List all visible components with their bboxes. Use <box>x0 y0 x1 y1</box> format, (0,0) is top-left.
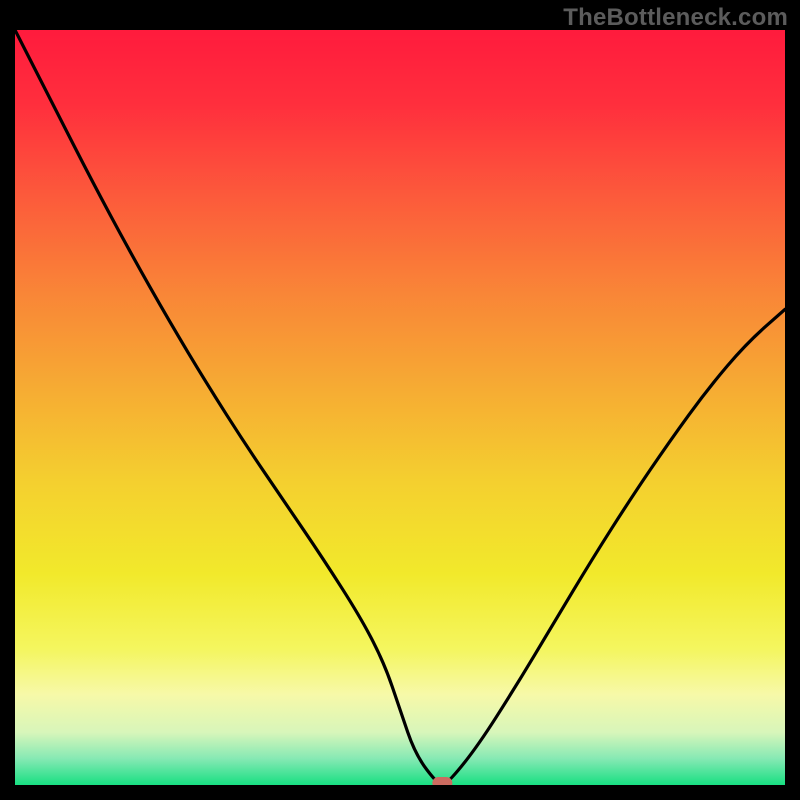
optimal-point-marker <box>432 777 452 785</box>
gradient-background <box>15 30 785 785</box>
chart-frame: TheBottleneck.com <box>0 0 800 800</box>
watermark-text: TheBottleneck.com <box>563 4 788 32</box>
chart-svg <box>15 30 785 785</box>
plot-area <box>15 30 785 785</box>
